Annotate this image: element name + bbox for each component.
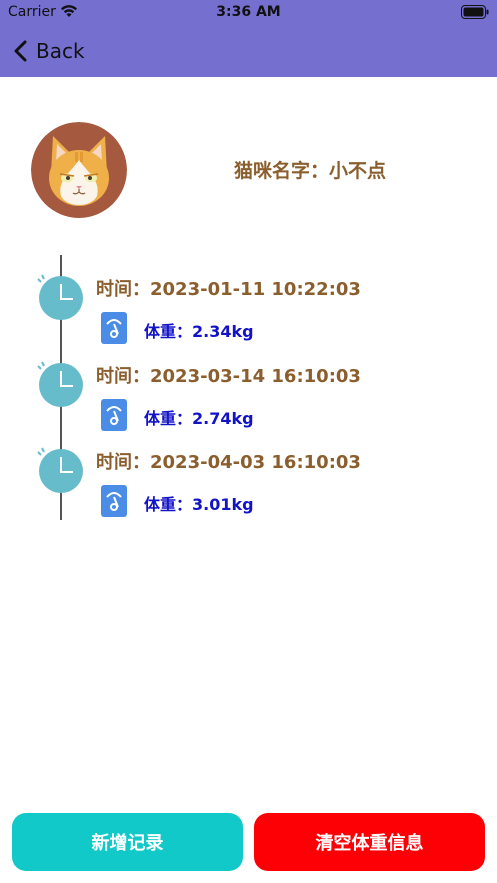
scale-icon <box>101 399 127 431</box>
status-time: 3:36 AM <box>216 4 281 20</box>
list-item: 时间：2023-01-11 10:22:03 体重：2.34kg <box>0 255 497 344</box>
battery-icon <box>461 5 489 19</box>
record-weight: 体重：2.74kg <box>144 409 254 428</box>
record-weight: 体重：2.34kg <box>144 322 254 341</box>
list-item: 时间：2023-03-14 16:10:03 体重：2.74kg <box>0 342 497 431</box>
cat-avatar <box>31 122 127 218</box>
cat-name-label: 猫咪名字：小不点 <box>233 160 386 182</box>
clock-icon <box>37 274 83 320</box>
scale-icon <box>101 485 127 517</box>
clock-icon <box>37 447 83 493</box>
status-bar: Carrier 3:36 AM <box>0 0 497 26</box>
top-bar: Carrier 3:36 AM Back <box>0 0 497 77</box>
app-root: Carrier 3:36 AM Back 猫咪名字：小不点 时间：2023-01… <box>0 0 497 883</box>
navigation-bar: Back <box>0 30 497 74</box>
record-time: 时间：2023-01-11 10:22:03 <box>96 279 361 300</box>
back-button[interactable]: Back <box>12 36 85 66</box>
record-time: 时间：2023-04-03 16:10:03 <box>96 452 361 473</box>
clear-weight-button[interactable]: 清空体重信息 <box>254 813 485 871</box>
chevron-left-icon <box>14 40 27 62</box>
list-item: 时间：2023-04-03 16:10:03 体重：3.01kg <box>0 428 497 517</box>
back-label: Back <box>36 39 85 63</box>
record-weight: 体重：3.01kg <box>144 495 254 514</box>
add-record-button[interactable]: 新增记录 <box>12 813 243 871</box>
weight-timeline: 时间：2023-01-11 10:22:03 体重：2.34kg 时间：2023… <box>0 255 497 525</box>
record-time: 时间：2023-03-14 16:10:03 <box>96 366 361 387</box>
scale-icon <box>101 312 127 344</box>
clock-icon <box>37 361 83 407</box>
